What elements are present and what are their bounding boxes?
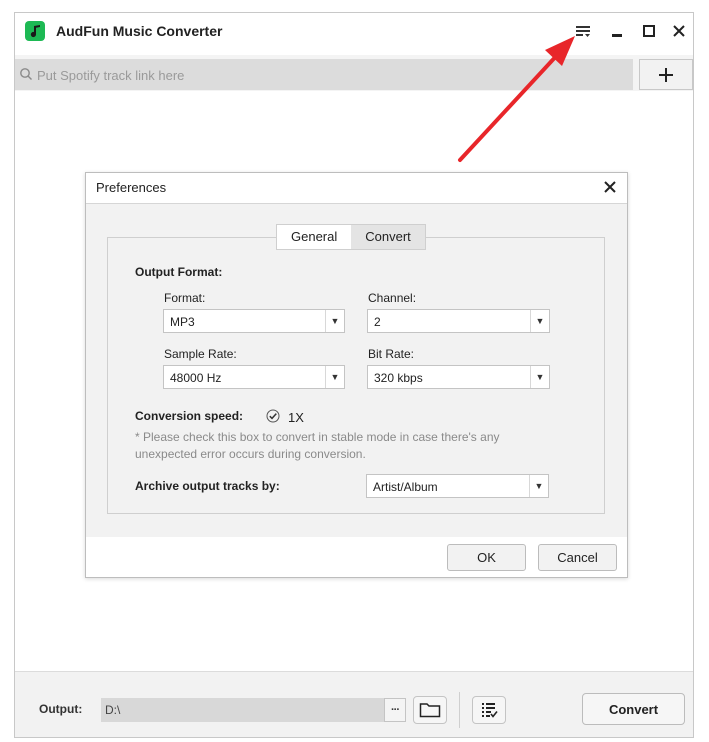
output-format-label: Output Format: — [135, 265, 223, 279]
bit-rate-label: Bit Rate: — [368, 347, 415, 361]
divider — [459, 692, 460, 728]
chevron-down-icon: ▼ — [530, 366, 549, 388]
chevron-down-icon: ▼ — [325, 310, 344, 332]
search-bar — [15, 59, 633, 90]
plus-icon — [659, 67, 673, 82]
maximize-icon[interactable] — [637, 19, 661, 43]
format-value: MP3 — [170, 315, 195, 329]
search-icon — [20, 68, 32, 80]
list-check-icon — [482, 703, 498, 718]
tab-bar: General Convert — [276, 224, 426, 250]
dialog-title: Preferences — [96, 180, 167, 195]
archive-value: Artist/Album — [373, 480, 438, 494]
chevron-down-icon: ▼ — [529, 475, 548, 497]
conversion-speed-value: 1X — [288, 410, 304, 425]
output-path-field[interactable]: D:\ ··· — [101, 698, 406, 722]
chevron-down-icon: ▼ — [325, 366, 344, 388]
channel-value: 2 — [374, 315, 381, 329]
stable-mode-note-line1: * Please check this box to convert in st… — [135, 430, 500, 444]
chevron-down-icon: ▼ — [530, 310, 549, 332]
archive-label: Archive output tracks by: — [135, 479, 280, 493]
bit-rate-value: 320 kbps — [374, 371, 423, 385]
output-path: D:\ — [105, 703, 121, 717]
dialog-header: Preferences — [86, 173, 627, 204]
preferences-dialog: Preferences General Convert Output Forma… — [85, 172, 628, 578]
tab-general[interactable]: General — [277, 225, 352, 249]
conversion-speed-label: Conversion speed: — [135, 409, 244, 423]
format-label: Format: — [164, 291, 206, 305]
tab-convert[interactable]: Convert — [351, 225, 425, 249]
archive-select[interactable]: Artist/Album ▼ — [366, 474, 549, 498]
sample-rate-label: Sample Rate: — [164, 347, 237, 361]
conversion-speed-checkbox[interactable] — [266, 409, 280, 423]
minimize-icon[interactable] — [605, 19, 629, 43]
app-logo-icon — [25, 21, 45, 41]
add-button[interactable] — [639, 59, 693, 90]
sample-rate-value: 48000 Hz — [170, 371, 222, 385]
browse-more-button[interactable]: ··· — [384, 698, 406, 722]
bottom-bar: Output: D:\ ··· Convert — [15, 671, 693, 737]
title-bar: AudFun Music Converter — [15, 13, 693, 55]
menu-icon[interactable] — [571, 19, 595, 43]
output-label: Output: — [39, 702, 83, 716]
convert-button[interactable]: Convert — [582, 693, 685, 725]
channel-label: Channel: — [368, 291, 417, 305]
ok-button[interactable]: OK — [447, 544, 526, 571]
stable-mode-note-line2: unexpected error occurs during conversio… — [135, 447, 366, 461]
open-folder-button[interactable] — [413, 696, 447, 724]
folder-icon — [419, 703, 441, 718]
checkmark-icon — [266, 409, 280, 423]
close-icon[interactable] — [667, 19, 691, 43]
history-button[interactable] — [472, 696, 506, 724]
channel-select[interactable]: 2 ▼ — [367, 309, 550, 333]
bit-rate-select[interactable]: 320 kbps ▼ — [367, 365, 550, 389]
format-select[interactable]: MP3 ▼ — [163, 309, 345, 333]
app-title: AudFun Music Converter — [56, 23, 223, 39]
cancel-button[interactable]: Cancel — [538, 544, 617, 571]
dialog-close-icon[interactable] — [600, 177, 620, 197]
sample-rate-select[interactable]: 48000 Hz ▼ — [163, 365, 345, 389]
search-input[interactable] — [35, 64, 619, 86]
